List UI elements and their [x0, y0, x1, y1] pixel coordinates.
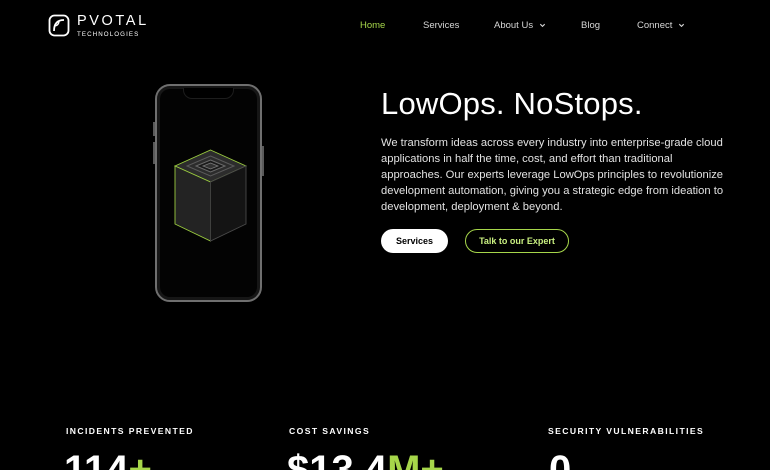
chevron-down-icon: [679, 23, 685, 28]
phone-notch: [183, 88, 234, 99]
stat-label-cost-savings: COST SAVINGS: [289, 426, 371, 436]
phone-side-button: [153, 122, 155, 136]
nav-services-label: Services: [423, 20, 460, 31]
nav-connect-label: Connect: [637, 20, 673, 31]
stat-number: 114: [64, 448, 129, 470]
stat-number: $13.4: [287, 448, 388, 470]
nav-blog-label: Blog: [581, 20, 601, 31]
main-nav: Home Services About Us Blog Connect: [0, 20, 770, 32]
hero-lead-text: We transform ideas across every industry…: [381, 137, 724, 213]
stat-number: 0: [549, 448, 572, 470]
stat-value-incidents: 114+: [64, 450, 152, 470]
stat-label-security: SECURITY VULNERABILITIES: [548, 426, 705, 436]
nav-services[interactable]: Services: [423, 20, 459, 31]
stat-suffix: M+: [387, 448, 444, 470]
phone-mockup: [153, 84, 264, 302]
phone-side-button: [262, 146, 264, 176]
stat-suffix: +: [128, 448, 152, 470]
nav-connect[interactable]: Connect: [637, 20, 685, 31]
stat-value-cost-savings: $13.4M+: [287, 450, 444, 470]
nav-home-label: Home: [360, 20, 386, 31]
talk-to-expert-button[interactable]: Talk to our Expert: [465, 229, 569, 253]
nav-blog[interactable]: Blog: [581, 20, 600, 31]
hero-headline: LowOps. NoStops.: [381, 86, 643, 121]
stat-value-security: 0: [549, 450, 571, 470]
stat-label-incidents: INCIDENTS PREVENTED: [66, 426, 194, 436]
nav-home[interactable]: Home: [360, 20, 385, 31]
brand-subtitle: TECHNOLOGIES: [77, 30, 140, 38]
nav-about-us-label: About Us: [494, 20, 534, 31]
services-button[interactable]: Services: [381, 229, 448, 253]
chevron-down-icon: [539, 23, 546, 28]
nav-about-us[interactable]: About Us: [494, 20, 546, 31]
cube-icon: [173, 149, 248, 242]
phone-side-button: [153, 142, 155, 164]
